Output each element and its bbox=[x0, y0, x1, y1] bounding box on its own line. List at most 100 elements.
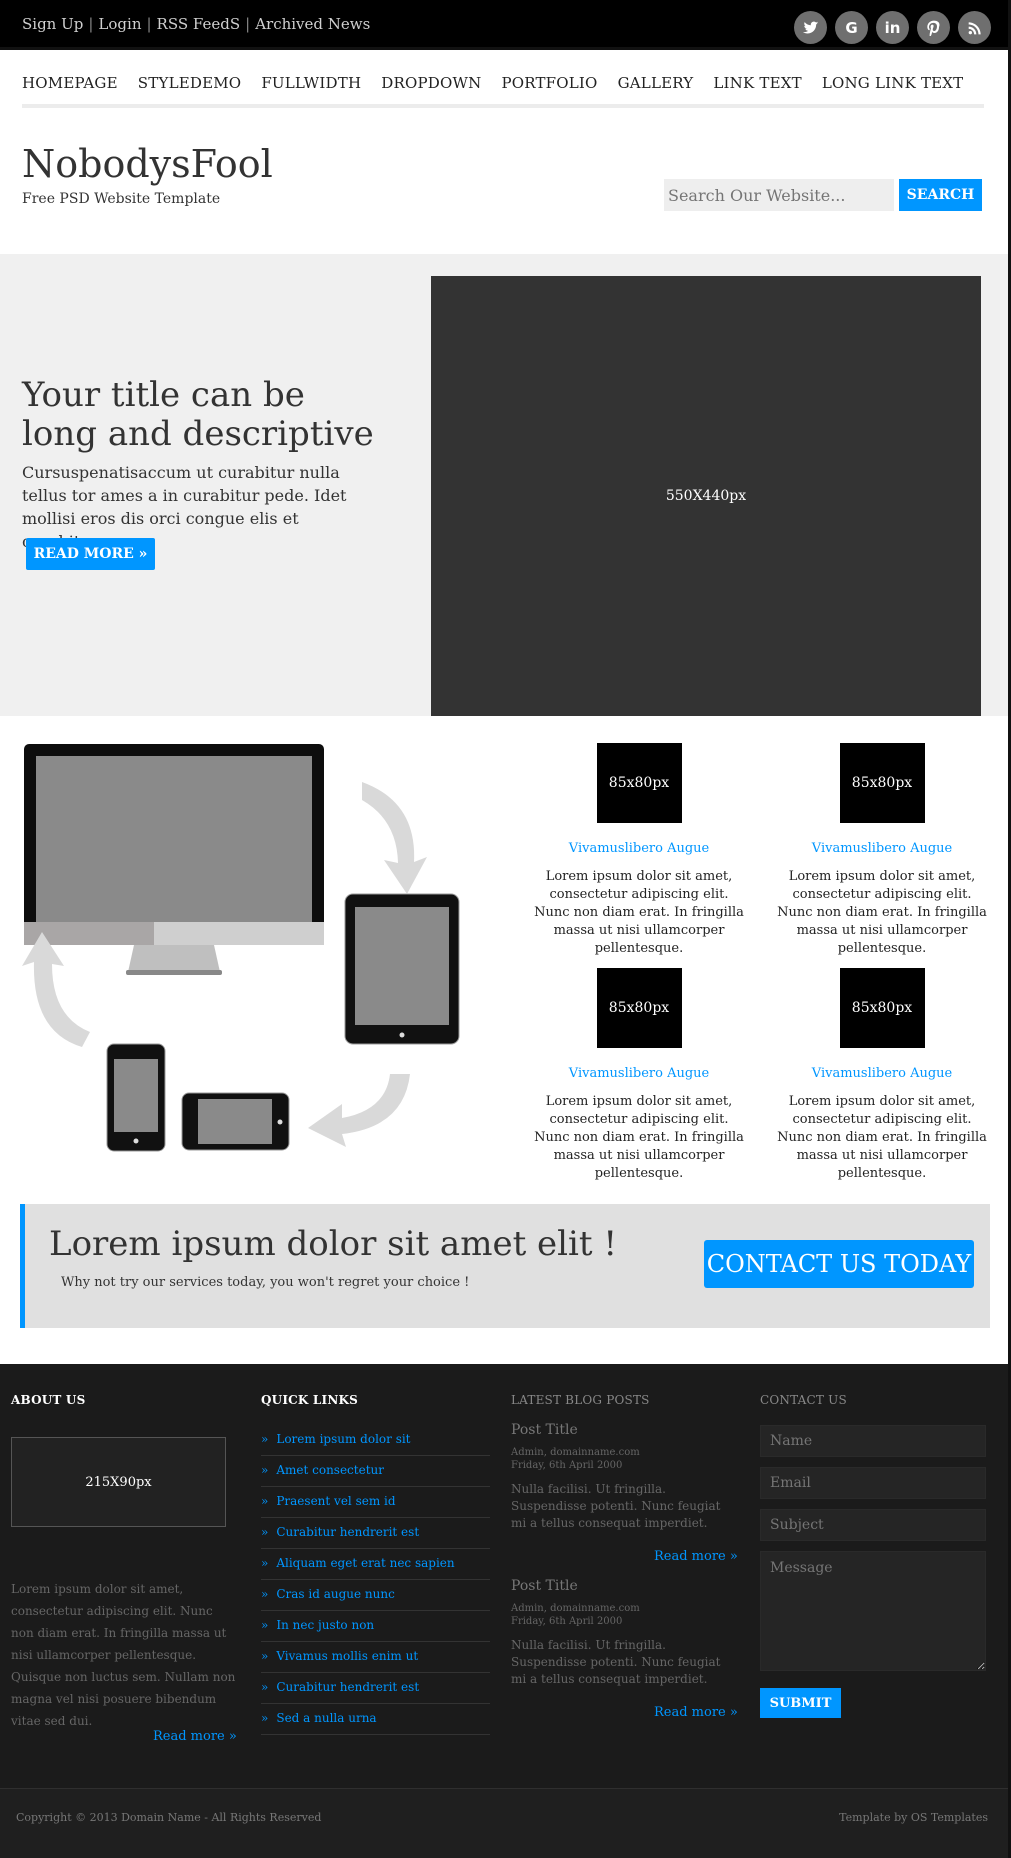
rss-icon[interactable] bbox=[958, 11, 991, 44]
quick-link-item[interactable]: » Cras id augue nunc bbox=[261, 1580, 490, 1611]
post-read-more-link[interactable]: Read more » bbox=[654, 1549, 738, 1564]
quick-link-label: Curabitur hendrerit est bbox=[276, 1525, 420, 1539]
blog-post: Post Title Admin, domainname.com Friday, … bbox=[511, 1422, 721, 1532]
site-logo[interactable]: NobodysFool bbox=[22, 142, 273, 186]
post-date: Friday, 6th April 2000 bbox=[511, 1460, 623, 1471]
read-more-button[interactable]: READ MORE » bbox=[26, 538, 155, 570]
thumbnail-label: 85x80px bbox=[851, 775, 913, 791]
feature-item: 85x80px Vivamuslibero Augue Lorem ipsum … bbox=[777, 968, 987, 1183]
archived-news-link[interactable]: Archived News bbox=[255, 15, 370, 33]
nav-item-gallery[interactable]: GALLERY bbox=[618, 74, 694, 104]
feature-title[interactable]: Vivamuslibero Augue bbox=[777, 1066, 987, 1081]
quick-link-item[interactable]: » In nec justo non bbox=[261, 1611, 490, 1642]
nav-item-portfolio[interactable]: PORTFOLIO bbox=[501, 74, 597, 104]
main-nav: HOMEPAGE STYLEDEMO FULLWIDTH DROPDOWN PO… bbox=[22, 74, 984, 108]
quick-links-list: » Lorem ipsum dolor sit » Amet consectetur… bbox=[261, 1425, 490, 1735]
blog-post: Post Title Admin, domainname.com Friday, … bbox=[511, 1578, 721, 1688]
about-heading: ABOUT US bbox=[11, 1393, 86, 1407]
social-icons: G in bbox=[794, 11, 991, 44]
quick-link-label: Sed a nulla urna bbox=[276, 1711, 377, 1725]
quick-link-label: Aliquam eget erat nec sapien bbox=[276, 1556, 455, 1570]
email-field[interactable] bbox=[760, 1467, 986, 1499]
signup-link[interactable]: Sign Up bbox=[22, 15, 83, 33]
login-link[interactable]: Login bbox=[98, 15, 141, 33]
post-meta: Admin, domainname.com Friday, 6th April 2… bbox=[511, 1446, 721, 1472]
subject-field[interactable] bbox=[760, 1509, 986, 1541]
post-read-more-link[interactable]: Read more » bbox=[654, 1705, 738, 1720]
search-button[interactable]: SEARCH bbox=[899, 179, 982, 211]
name-field[interactable] bbox=[760, 1425, 986, 1457]
cta-subtitle: Why not try our services today, you won'… bbox=[61, 1275, 470, 1290]
feature-description: Lorem ipsum dolor sit amet, consectetur … bbox=[534, 869, 744, 956]
quick-link-label: Praesent vel sem id bbox=[276, 1494, 396, 1508]
hero-image-placeholder: 550X440px bbox=[431, 276, 981, 716]
feature-thumbnail: 85x80px bbox=[839, 743, 925, 823]
template-credit[interactable]: Template by OS Templates bbox=[839, 1811, 988, 1824]
nav-item-link-text[interactable]: LINK TEXT bbox=[713, 74, 801, 104]
thumbnail-label: 85x80px bbox=[608, 1000, 670, 1016]
feature-thumbnail: 85x80px bbox=[839, 968, 925, 1048]
about-text: Lorem ipsum dolor sit amet, consectetur … bbox=[11, 1582, 236, 1728]
post-excerpt: Nulla facilisi. Ut fringilla. Suspendiss… bbox=[511, 1638, 721, 1686]
post-title[interactable]: Post Title bbox=[511, 1422, 721, 1438]
nav-item-fullwidth[interactable]: FULLWIDTH bbox=[261, 74, 361, 104]
quick-link-label: Amet consectetur bbox=[276, 1463, 384, 1477]
quick-link-label: Lorem ipsum dolor sit bbox=[276, 1432, 411, 1446]
pinterest-icon[interactable] bbox=[917, 11, 950, 44]
rss-feeds-link[interactable]: RSS FeedS bbox=[157, 15, 241, 33]
quick-link-item[interactable]: » Praesent vel sem id bbox=[261, 1487, 490, 1518]
quick-link-item[interactable]: » Vivamus mollis enim ut bbox=[261, 1642, 490, 1673]
feature-item: 85x80px Vivamuslibero Augue Lorem ipsum … bbox=[534, 743, 744, 958]
quick-link-item[interactable]: » Aliquam eget erat nec sapien bbox=[261, 1549, 490, 1580]
post-author: Admin, domainname.com bbox=[511, 1447, 640, 1458]
devices-illustration bbox=[22, 744, 460, 1152]
post-date: Friday, 6th April 2000 bbox=[511, 1616, 623, 1627]
feature-description: Lorem ipsum dolor sit amet, consectetur … bbox=[777, 869, 987, 956]
feature-title[interactable]: Vivamuslibero Augue bbox=[534, 1066, 744, 1081]
linkedin-icon[interactable]: in bbox=[876, 11, 909, 44]
feature-title[interactable]: Vivamuslibero Augue bbox=[777, 841, 987, 856]
feature-title[interactable]: Vivamuslibero Augue bbox=[534, 841, 744, 856]
post-excerpt: Nulla facilisi. Ut fringilla. Suspendiss… bbox=[511, 1482, 721, 1530]
twitter-icon[interactable] bbox=[794, 11, 827, 44]
quick-link-label: In nec justo non bbox=[276, 1618, 375, 1632]
feature-description: Lorem ipsum dolor sit amet, consectetur … bbox=[534, 1094, 744, 1181]
google-icon[interactable]: G bbox=[835, 11, 868, 44]
about-read-more-link[interactable]: Read more » bbox=[153, 1729, 237, 1744]
nav-item-dropdown[interactable]: DROPDOWN bbox=[381, 74, 481, 104]
submit-button[interactable]: SUBMIT bbox=[760, 1688, 841, 1718]
quick-link-item[interactable]: » Lorem ipsum dolor sit bbox=[261, 1425, 490, 1456]
hero-image-label: 550X440px bbox=[665, 488, 747, 504]
hero-title: Your title can be long and descriptive bbox=[22, 375, 374, 454]
message-field[interactable] bbox=[760, 1551, 986, 1671]
quick-link-label: Curabitur hendrerit est bbox=[276, 1680, 420, 1694]
post-author: Admin, domainname.com bbox=[511, 1603, 640, 1614]
nav-item-styledemo[interactable]: STYLEDEMO bbox=[138, 74, 242, 104]
contact-heading: CONTACT US bbox=[760, 1393, 847, 1407]
nav-item-long-link-text[interactable]: LONG LINK TEXT bbox=[822, 74, 964, 104]
cta-title: Lorem ipsum dolor sit amet elit ! bbox=[49, 1224, 618, 1264]
quick-link-item[interactable]: » Curabitur hendrerit est bbox=[261, 1518, 490, 1549]
quick-link-item[interactable]: » Curabitur hendrerit est bbox=[261, 1673, 490, 1704]
blog-heading: LATEST BLOG POSTS bbox=[511, 1393, 650, 1407]
about-image-placeholder: 215X90px bbox=[11, 1437, 226, 1527]
thumbnail-label: 85x80px bbox=[608, 775, 670, 791]
feature-thumbnail: 85x80px bbox=[596, 968, 682, 1048]
post-title[interactable]: Post Title bbox=[511, 1578, 721, 1594]
contact-us-button[interactable]: CONTACT US TODAY bbox=[704, 1240, 974, 1288]
quick-link-label: Cras id augue nunc bbox=[276, 1587, 395, 1601]
quick-link-item[interactable]: » Amet consectetur bbox=[261, 1456, 490, 1487]
quick-link-item[interactable]: » Sed a nulla urna bbox=[261, 1704, 490, 1735]
quick-link-label: Vivamus mollis enim ut bbox=[276, 1649, 419, 1663]
about-image-label: 215X90px bbox=[85, 1474, 152, 1490]
quick-links-heading: QUICK LINKS bbox=[261, 1393, 359, 1407]
site-tagline: Free PSD Website Template bbox=[22, 191, 221, 207]
copyright-text: Copyright © 2013 Domain Name - All Right… bbox=[16, 1811, 322, 1824]
feature-description: Lorem ipsum dolor sit amet, consectetur … bbox=[777, 1094, 987, 1181]
feature-item: 85x80px Vivamuslibero Augue Lorem ipsum … bbox=[777, 743, 987, 958]
top-links: Sign Up | Login | RSS FeedS | Archived News bbox=[22, 15, 371, 33]
nav-item-homepage[interactable]: HOMEPAGE bbox=[22, 74, 118, 104]
feature-thumbnail: 85x80px bbox=[596, 743, 682, 823]
search-input[interactable] bbox=[664, 179, 894, 211]
feature-item: 85x80px Vivamuslibero Augue Lorem ipsum … bbox=[534, 968, 744, 1183]
